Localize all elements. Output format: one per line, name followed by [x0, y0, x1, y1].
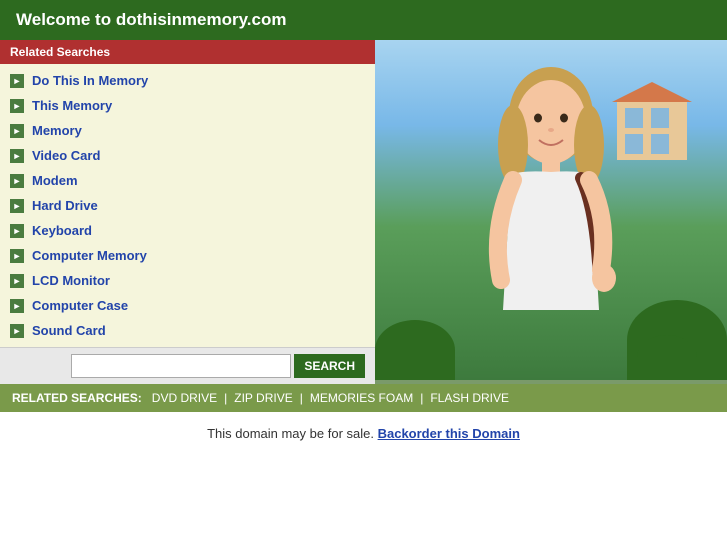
arrow-icon: ► [10, 324, 24, 338]
search-link[interactable]: This Memory [32, 98, 112, 113]
search-link[interactable]: LCD Monitor [32, 273, 110, 288]
bottom-bar-label: RELATED SEARCHES: [12, 391, 142, 405]
right-panel-photo [375, 40, 727, 384]
arrow-icon: ► [10, 99, 24, 113]
bush-decoration [375, 320, 455, 380]
header-title: Welcome to dothisinmemory.com [16, 10, 286, 29]
search-link[interactable]: Do This In Memory [32, 73, 148, 88]
arrow-icon: ► [10, 174, 24, 188]
list-item[interactable]: ► Computer Case [0, 293, 375, 318]
building-window [651, 108, 669, 128]
arrow-icon: ► [10, 74, 24, 88]
search-link[interactable]: Memory [32, 123, 82, 138]
arrow-icon: ► [10, 124, 24, 138]
photo-image [375, 40, 727, 380]
search-links-list: ► Do This In Memory ► This Memory ► Memo… [0, 64, 375, 347]
search-bar: SEARCH [0, 347, 375, 384]
footer-text: This domain may be for sale. [207, 426, 374, 441]
list-item[interactable]: ► This Memory [0, 93, 375, 118]
search-link[interactable]: Modem [32, 173, 78, 188]
main-content: Related Searches ► Do This In Memory ► T… [0, 40, 727, 384]
list-item[interactable]: ► Modem [0, 168, 375, 193]
list-item[interactable]: ► Hard Drive [0, 193, 375, 218]
search-link[interactable]: Computer Case [32, 298, 128, 313]
list-item[interactable]: ► Do This In Memory [0, 68, 375, 93]
building-window [651, 134, 669, 154]
list-item[interactable]: ► Sound Card [0, 318, 375, 343]
arrow-icon: ► [10, 199, 24, 213]
separator: | [224, 391, 227, 405]
arrow-icon: ► [10, 299, 24, 313]
search-input[interactable] [71, 354, 291, 378]
left-panel: Related Searches ► Do This In Memory ► T… [0, 40, 375, 384]
bottom-bar-link[interactable]: MEMORIES FOAM [310, 391, 413, 405]
footer-link[interactable]: Backorder this Domain [378, 426, 520, 441]
search-link[interactable]: Keyboard [32, 223, 92, 238]
arrow-icon: ► [10, 249, 24, 263]
separator: | [300, 391, 303, 405]
search-link[interactable]: Video Card [32, 148, 100, 163]
search-link[interactable]: Hard Drive [32, 198, 98, 213]
related-searches-label: Related Searches [10, 45, 110, 59]
list-item[interactable]: ► Memory [0, 118, 375, 143]
arrow-icon: ► [10, 224, 24, 238]
bottom-bar: RELATED SEARCHES: DVD DRIVE | ZIP DRIVE … [0, 384, 727, 412]
separator: | [420, 391, 423, 405]
related-searches-header: Related Searches [0, 40, 375, 64]
bottom-bar-link[interactable]: FLASH DRIVE [430, 391, 509, 405]
woman-figure [451, 50, 651, 380]
arrow-icon: ► [10, 149, 24, 163]
bottom-bar-link[interactable]: DVD DRIVE [152, 391, 217, 405]
footer: This domain may be for sale. Backorder t… [0, 412, 727, 455]
search-link[interactable]: Computer Memory [32, 248, 147, 263]
search-link[interactable]: Sound Card [32, 323, 106, 338]
page-header: Welcome to dothisinmemory.com [0, 0, 727, 40]
list-item[interactable]: ► Computer Memory [0, 243, 375, 268]
arrow-icon: ► [10, 274, 24, 288]
list-item[interactable]: ► Keyboard [0, 218, 375, 243]
list-item[interactable]: ► Video Card [0, 143, 375, 168]
list-item[interactable]: ► LCD Monitor [0, 268, 375, 293]
search-button[interactable]: SEARCH [294, 354, 365, 378]
bottom-bar-link[interactable]: ZIP DRIVE [234, 391, 292, 405]
